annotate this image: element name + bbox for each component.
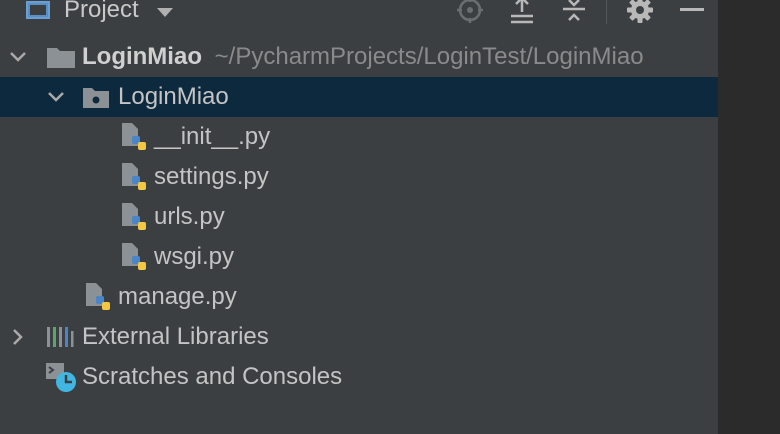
tree-row-file[interactable]: manage.py	[0, 277, 718, 317]
python-file-icon	[120, 157, 148, 197]
project-tool-window: Project LoginMiao ~/PycharmProjects/Logi…	[0, 0, 718, 434]
libraries-icon	[46, 317, 74, 357]
file-label: __init__.py	[154, 123, 271, 150]
external-libraries-label: External Libraries	[82, 323, 269, 350]
scratches-label: Scratches and Consoles	[82, 363, 343, 390]
tree-row-file[interactable]: wsgi.py	[0, 237, 718, 277]
tree-row-external-libraries[interactable]: External Libraries	[0, 317, 718, 357]
chevron-right-icon[interactable]	[4, 317, 32, 357]
project-root-path: ~/PycharmProjects/LoginTest/LoginMiao	[214, 43, 644, 70]
toolbar-divider	[606, 0, 607, 24]
expand-all-icon[interactable]	[506, 0, 538, 30]
project-view-selector[interactable]: Project	[26, 0, 173, 30]
python-file-icon	[84, 277, 112, 317]
tree-row-package[interactable]: LoginMiao	[0, 77, 718, 117]
editor-area	[718, 0, 780, 434]
chevron-down-icon[interactable]	[156, 7, 173, 17]
package-folder-icon	[82, 77, 110, 117]
gear-icon[interactable]	[624, 0, 656, 30]
chevron-down-icon[interactable]	[4, 37, 32, 77]
file-label: manage.py	[118, 283, 237, 310]
tool-window-title: Project	[64, 0, 139, 23]
tree-row-file[interactable]: urls.py	[0, 197, 718, 237]
collapse-all-icon[interactable]	[558, 0, 590, 30]
package-label: LoginMiao	[118, 83, 229, 110]
python-file-icon	[120, 117, 148, 157]
tree-row-project-root[interactable]: LoginMiao ~/PycharmProjects/LoginTest/Lo…	[0, 37, 718, 77]
file-label: wsgi.py	[154, 243, 235, 270]
minimize-icon[interactable]	[676, 0, 708, 30]
python-file-icon	[120, 237, 148, 277]
tree-row-file[interactable]: settings.py	[0, 157, 718, 197]
project-root-label: LoginMiao	[82, 43, 202, 70]
tool-window-header: Project	[0, 0, 718, 30]
project-window-icon	[26, 1, 50, 19]
scratches-icon	[44, 357, 78, 397]
file-label: settings.py	[154, 163, 269, 190]
python-file-icon	[120, 197, 148, 237]
file-label: urls.py	[154, 203, 225, 230]
chevron-down-icon[interactable]	[42, 77, 70, 117]
tree-row-scratches[interactable]: Scratches and Consoles	[0, 357, 718, 397]
tree-row-file[interactable]: __init__.py	[0, 117, 718, 157]
locate-icon[interactable]	[454, 0, 486, 30]
folder-icon	[46, 37, 76, 77]
